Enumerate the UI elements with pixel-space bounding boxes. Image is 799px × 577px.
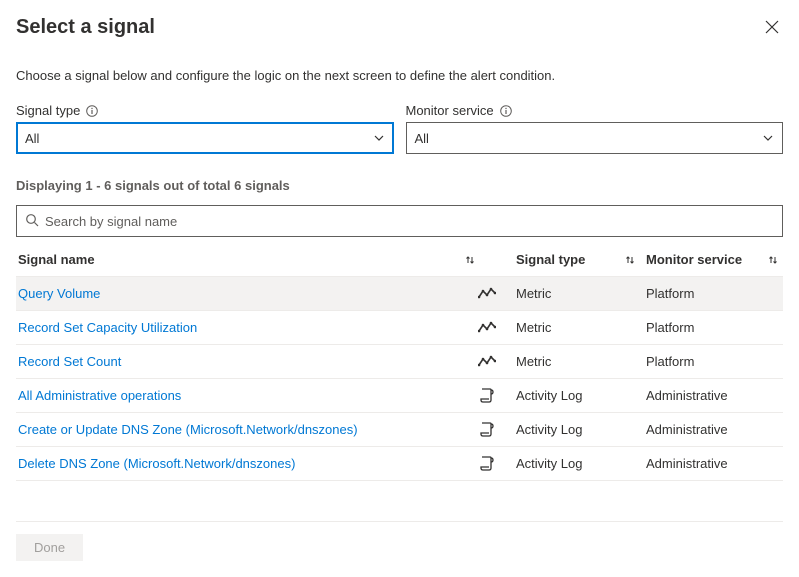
metric-icon — [478, 287, 496, 301]
sort-icon — [767, 254, 779, 266]
monitor-service-cell: Administrative — [646, 388, 728, 403]
table-header-row: Signal name Signal type Monitor service — [16, 243, 783, 277]
info-icon — [86, 105, 98, 117]
signal-name-link[interactable]: Record Set Count — [18, 354, 121, 369]
signal-name-link[interactable]: All Administrative operations — [18, 388, 181, 403]
activity-log-icon — [478, 387, 496, 405]
signal-name-link[interactable]: Record Set Capacity Utilization — [18, 320, 197, 335]
table-row[interactable]: Query Volume Metric Platform — [16, 277, 783, 311]
signal-type-value: All — [25, 131, 39, 146]
signal-type-cell: Metric — [516, 354, 551, 369]
metric-icon — [478, 321, 496, 335]
signal-name-link[interactable]: Query Volume — [18, 286, 100, 301]
info-icon — [500, 105, 512, 117]
chevron-down-icon — [373, 132, 385, 144]
monitor-service-value: All — [415, 131, 429, 146]
monitor-service-label: Monitor service — [406, 103, 784, 118]
metric-icon — [478, 355, 496, 369]
signal-type-dropdown[interactable]: All — [16, 122, 394, 154]
search-input[interactable] — [45, 214, 774, 229]
activity-log-icon — [478, 421, 496, 439]
column-header-service[interactable]: Monitor service — [646, 252, 783, 267]
page-title: Select a signal — [16, 16, 155, 39]
signal-type-cell: Activity Log — [516, 422, 582, 437]
column-header-type-text: Signal type — [516, 252, 585, 267]
monitor-service-cell: Administrative — [646, 422, 728, 437]
table-row[interactable]: Record Set Count Metric Platform — [16, 345, 783, 379]
column-header-service-text: Monitor service — [646, 252, 742, 267]
signal-type-label-text: Signal type — [16, 103, 80, 118]
activity-log-icon — [478, 455, 496, 473]
signal-type-cell: Metric — [516, 320, 551, 335]
search-icon — [25, 213, 39, 230]
monitor-service-dropdown[interactable]: All — [406, 122, 784, 154]
table-row[interactable]: All Administrative operations Activity Lo… — [16, 379, 783, 413]
signal-name-link[interactable]: Create or Update DNS Zone (Microsoft.Net… — [18, 422, 358, 437]
chevron-down-icon — [762, 132, 774, 144]
signal-type-cell: Activity Log — [516, 388, 582, 403]
sort-icon — [624, 254, 636, 266]
results-count: Displaying 1 - 6 signals out of total 6 … — [16, 178, 783, 193]
signal-type-label: Signal type — [16, 103, 394, 118]
monitor-service-cell: Platform — [646, 320, 694, 335]
monitor-service-label-text: Monitor service — [406, 103, 494, 118]
search-box[interactable] — [16, 205, 783, 237]
signals-table: Signal name Signal type Monitor service … — [16, 243, 783, 481]
subtitle-text: Choose a signal below and configure the … — [16, 68, 783, 83]
sort-icon — [464, 254, 476, 266]
table-row[interactable]: Delete DNS Zone (Microsoft.Network/dnszo… — [16, 447, 783, 481]
signal-type-cell: Metric — [516, 286, 551, 301]
monitor-service-cell: Administrative — [646, 456, 728, 471]
signal-name-link[interactable]: Delete DNS Zone (Microsoft.Network/dnszo… — [18, 456, 295, 471]
column-header-name-text: Signal name — [18, 252, 95, 267]
monitor-service-cell: Platform — [646, 286, 694, 301]
column-header-name[interactable]: Signal name — [16, 252, 476, 267]
done-button[interactable]: Done — [16, 534, 83, 561]
close-icon — [765, 21, 779, 38]
close-button[interactable] — [761, 16, 783, 42]
monitor-service-cell: Platform — [646, 354, 694, 369]
table-row[interactable]: Record Set Capacity Utilization Metric Pla… — [16, 311, 783, 345]
column-header-type[interactable]: Signal type — [516, 252, 646, 267]
table-row[interactable]: Create or Update DNS Zone (Microsoft.Net… — [16, 413, 783, 447]
signal-type-cell: Activity Log — [516, 456, 582, 471]
